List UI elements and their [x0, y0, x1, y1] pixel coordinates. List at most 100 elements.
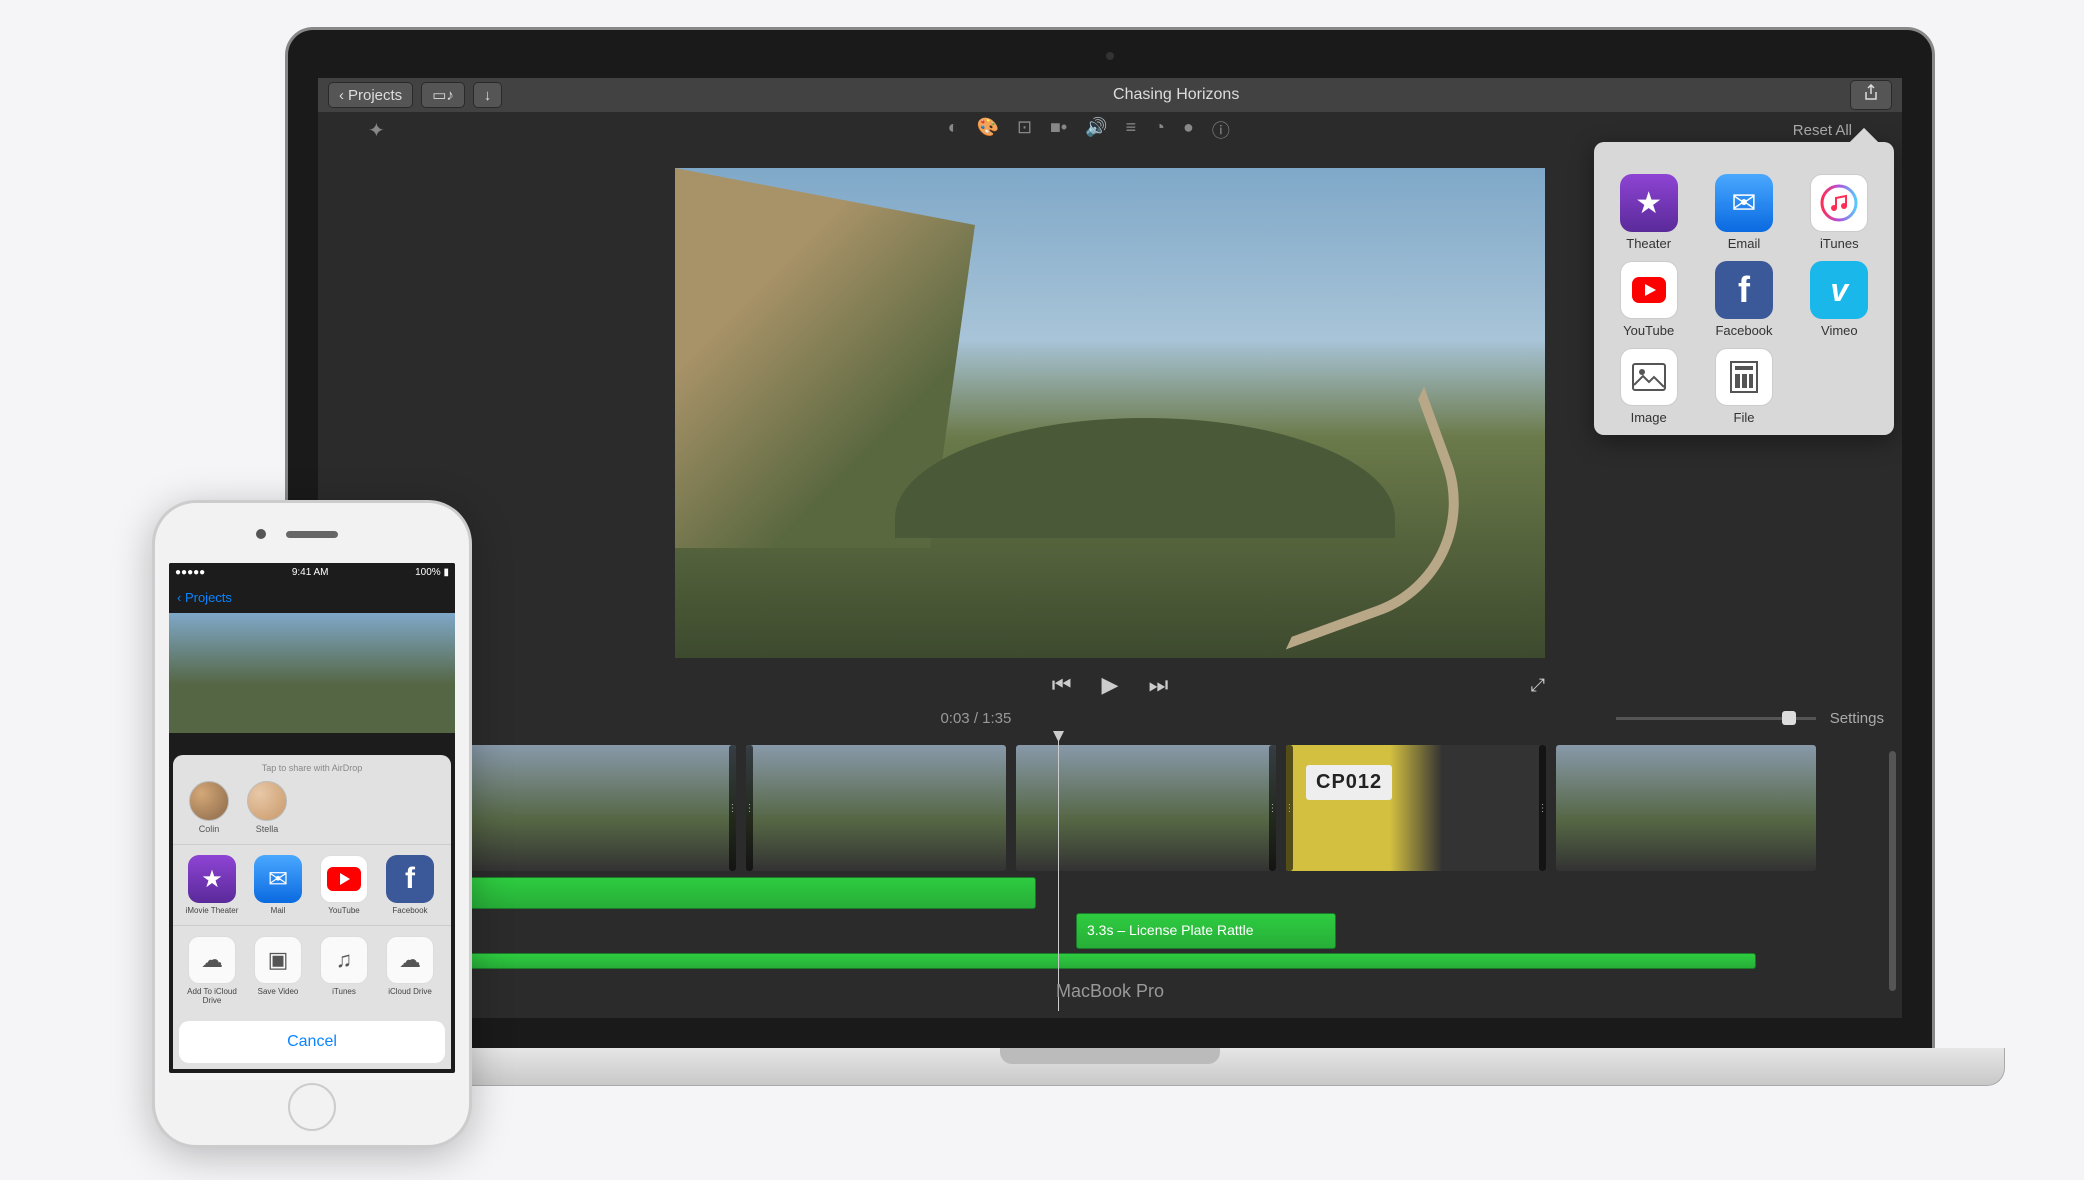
- timeline-settings-button[interactable]: Settings: [1830, 710, 1884, 727]
- save-video-icon: ▣: [254, 936, 302, 984]
- magic-wand-icon[interactable]: ✦: [368, 118, 385, 143]
- volume-icon[interactable]: 🔊: [1085, 117, 1107, 143]
- airdrop-person[interactable]: Colin: [187, 781, 231, 834]
- share-youtube[interactable]: YouTube: [1604, 261, 1693, 338]
- share-app-mail[interactable]: ✉ Mail: [249, 855, 307, 915]
- music-track[interactable]: [336, 953, 1756, 969]
- timeline-scrollbar[interactable]: [1889, 751, 1896, 991]
- import-button[interactable]: ↓: [473, 82, 503, 108]
- share-label: YouTube: [1623, 323, 1674, 338]
- itunes-icon: ♫: [320, 936, 368, 984]
- stabilize-icon[interactable]: ■•: [1050, 117, 1067, 143]
- clip-handle-left[interactable]: ⋮: [746, 745, 753, 871]
- adjust-tools: ◐ 🎨 ⊡ ■• 🔊 ≡ ◔ ● ⓘ: [385, 117, 1793, 143]
- share-app-facebook[interactable]: f Facebook: [381, 855, 439, 915]
- action-label: iTunes: [332, 987, 356, 996]
- video-preview[interactable]: [675, 168, 1545, 658]
- mail-icon: ✉: [254, 855, 302, 903]
- share-icon: [1863, 84, 1879, 106]
- clip-handle-right[interactable]: ⋮: [1539, 745, 1546, 871]
- action-label: Save Video: [258, 987, 299, 996]
- macbook-device: ‹ Projects ▭♪ ↓ Chasing Horizons: [285, 27, 1935, 1086]
- app-label: Mail: [271, 906, 286, 915]
- macbook-base: [215, 1048, 2005, 1086]
- share-itunes[interactable]: iTunes: [1795, 174, 1884, 251]
- macbook-hinge-notch: [1000, 1048, 1220, 1064]
- share-label: File: [1734, 410, 1755, 425]
- share-app-youtube[interactable]: YouTube: [315, 855, 373, 915]
- video-clip[interactable]: CP012 ⋮ ⋮: [1286, 745, 1546, 871]
- share-theater[interactable]: ★ Theater: [1604, 174, 1693, 251]
- video-clip[interactable]: ⋮: [1016, 745, 1276, 871]
- video-clip[interactable]: ⋮: [746, 745, 1006, 871]
- zoom-thumb[interactable]: [1782, 711, 1796, 725]
- crop-icon[interactable]: ⊡: [1017, 117, 1032, 143]
- back-projects-button[interactable]: ‹ Projects: [328, 82, 413, 108]
- airdrop-person[interactable]: Stella: [245, 781, 289, 834]
- time-sep: /: [974, 710, 982, 727]
- timecode: 0:03 / 1:35: [336, 710, 1616, 727]
- share-label: Theater: [1626, 236, 1671, 251]
- image-icon: [1620, 348, 1678, 406]
- share-actions-row: ☁︎ Add To iCloud Drive ▣ Save Video ♫ iT…: [173, 926, 451, 1015]
- person-name: Stella: [256, 824, 279, 834]
- prev-button[interactable]: ⏮: [1052, 672, 1072, 698]
- action-save-video[interactable]: ▣ Save Video: [249, 936, 307, 1005]
- chevron-left-icon: ‹: [339, 87, 344, 104]
- share-email[interactable]: ✉ Email: [1699, 174, 1788, 251]
- audio-tracks: 3.3s – License Plate Rattle: [336, 877, 1884, 969]
- phone-video-preview[interactable]: [169, 613, 455, 733]
- filter-icon[interactable]: ●: [1183, 117, 1194, 143]
- share-image[interactable]: Image: [1604, 348, 1693, 425]
- action-label: iCloud Drive: [388, 987, 432, 996]
- share-facebook[interactable]: f Facebook: [1699, 261, 1788, 338]
- action-label: Add To iCloud Drive: [183, 987, 241, 1005]
- audio-clip-labeled[interactable]: 3.3s – License Plate Rattle: [1076, 913, 1336, 949]
- reset-all-button[interactable]: Reset All: [1793, 122, 1852, 139]
- airdrop-hint: Tap to share with AirDrop: [173, 755, 451, 777]
- clip-handle-left[interactable]: ⋮: [1286, 745, 1293, 871]
- library-toggle-button[interactable]: ▭♪: [421, 82, 465, 108]
- cloud-add-icon: ☁︎: [188, 936, 236, 984]
- share-label: iTunes: [1820, 236, 1859, 251]
- video-clip[interactable]: [1556, 745, 1816, 871]
- action-iclouddrive[interactable]: ☁ iCloud Drive: [381, 936, 439, 1005]
- phone-navbar: ‹ Projects: [169, 581, 455, 613]
- home-button[interactable]: [288, 1083, 336, 1131]
- action-add-icloud[interactable]: ☁︎ Add To iCloud Drive: [183, 936, 241, 1005]
- speed-icon[interactable]: ◔: [1154, 117, 1165, 143]
- color-balance-icon[interactable]: ◐: [948, 117, 959, 143]
- titlebar-left: ‹ Projects ▭♪ ↓: [328, 82, 502, 108]
- theater-icon: ★: [1620, 174, 1678, 232]
- share-label: Email: [1728, 236, 1761, 251]
- info-icon[interactable]: ⓘ: [1212, 117, 1230, 143]
- equalizer-icon[interactable]: ≡: [1126, 117, 1137, 143]
- signal-icon: ●●●●●: [175, 567, 205, 578]
- share-popover: ★ Theater ✉ Email iTunes: [1594, 142, 1894, 435]
- playhead[interactable]: [1058, 731, 1059, 1011]
- share-file[interactable]: File: [1699, 348, 1788, 425]
- cancel-button[interactable]: Cancel: [179, 1021, 445, 1063]
- share-button[interactable]: [1850, 80, 1892, 110]
- share-vimeo[interactable]: v Vimeo: [1795, 261, 1884, 338]
- share-label: Vimeo: [1821, 323, 1858, 338]
- titlebar-right: [1850, 80, 1892, 110]
- action-itunes[interactable]: ♫ iTunes: [315, 936, 373, 1005]
- color-correction-icon[interactable]: 🎨: [977, 117, 999, 143]
- play-button[interactable]: ▶: [1102, 672, 1119, 698]
- battery-label: 100% ▮: [415, 567, 449, 578]
- clip-handle-right[interactable]: ⋮: [1269, 745, 1276, 871]
- next-button[interactable]: ⏭: [1148, 672, 1168, 698]
- youtube-icon: [1620, 261, 1678, 319]
- timeline[interactable]: ⋮ ⋮ ⋮ ⋮ CP012 ⋮ ⋮: [318, 731, 1902, 1011]
- timeline-header: 0:03 / 1:35 Settings: [318, 706, 1902, 731]
- clip-handle-right[interactable]: ⋮: [729, 745, 736, 871]
- time-current: 0:03: [940, 710, 969, 727]
- fullscreen-button[interactable]: ⤢: [1531, 675, 1545, 696]
- avatar: [247, 781, 287, 821]
- cloud-icon: ☁: [386, 936, 434, 984]
- phone-back-button[interactable]: ‹ Projects: [177, 590, 232, 605]
- zoom-slider[interactable]: [1616, 717, 1816, 720]
- share-app-imovie-theater[interactable]: ★ iMovie Theater: [183, 855, 241, 915]
- vimeo-icon: v: [1810, 261, 1868, 319]
